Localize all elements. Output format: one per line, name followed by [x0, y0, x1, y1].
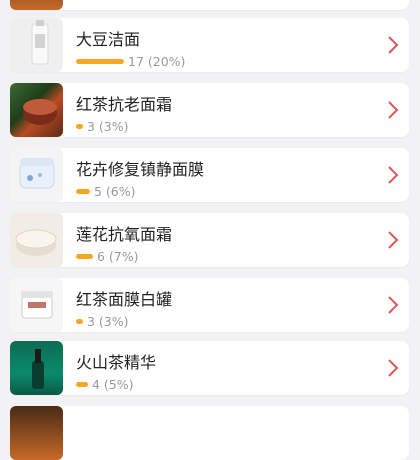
share-bar [76, 58, 124, 64]
list-item[interactable]: 莲花抗氧面霜 6 (7%) [10, 213, 409, 267]
flower-mask-thumb-icon [10, 148, 63, 202]
chevron-right-icon[interactable] [387, 358, 399, 378]
product-name: 莲花抗氧面霜 [76, 225, 173, 244]
product-stat: 3 (3%) [76, 118, 129, 134]
share-value: 6 (7%) [97, 248, 139, 264]
black-tea-cream-thumb-icon [10, 83, 63, 137]
chevron-right-icon[interactable] [387, 230, 399, 250]
share-bar [76, 253, 93, 259]
product-name: 火山茶精华 [76, 353, 157, 372]
share-value: 3 (3%) [87, 313, 129, 329]
share-bar [76, 188, 90, 194]
chevron-right-icon[interactable] [387, 35, 399, 55]
product-name: 花卉修复镇静面膜 [76, 160, 205, 179]
share-value: 17 (20%) [128, 53, 186, 69]
chevron-right-icon[interactable] [387, 295, 399, 315]
share-value: 3 (3%) [87, 118, 129, 134]
share-bar [76, 123, 83, 129]
share-value: 4 (5%) [92, 376, 134, 392]
product-name: 红茶面膜白罐 [76, 290, 173, 309]
volcano-tea-serum-thumb-icon [10, 341, 63, 395]
product-name: 大豆洁面 [76, 30, 141, 49]
product-stat: 6 (7%) [76, 248, 139, 264]
black-tea-mask-jar-thumb-icon [10, 278, 63, 332]
list-item[interactable]: 火山茶精华 4 (5%) [10, 341, 409, 395]
product-stat: 17 (20%) [76, 53, 186, 69]
product-stat: 3 (3%) [76, 313, 129, 329]
list-item[interactable]: 红茶抗老面霜 3 (3%) [10, 83, 409, 137]
product-thumb-icon [10, 406, 63, 460]
chevron-right-icon[interactable] [387, 165, 399, 185]
product-stat: 5 (6%) [76, 183, 136, 199]
share-bar [76, 318, 83, 324]
product-thumb-icon [10, 0, 63, 10]
list-item[interactable] [10, 406, 409, 460]
list-item[interactable] [10, 0, 409, 10]
list-item[interactable]: 花卉修复镇静面膜 5 (6%) [10, 148, 409, 202]
lotus-cream-thumb-icon [10, 213, 63, 267]
chevron-right-icon[interactable] [387, 100, 399, 120]
list-item[interactable]: 红茶面膜白罐 3 (3%) [10, 278, 409, 332]
product-name: 红茶抗老面霜 [76, 95, 173, 114]
share-bar [76, 381, 88, 387]
soy-cleanser-thumb-icon [10, 18, 63, 72]
share-value: 5 (6%) [94, 183, 136, 199]
product-stat: 4 (5%) [76, 376, 134, 392]
list-item[interactable]: 大豆洁面 17 (20%) [10, 18, 409, 72]
